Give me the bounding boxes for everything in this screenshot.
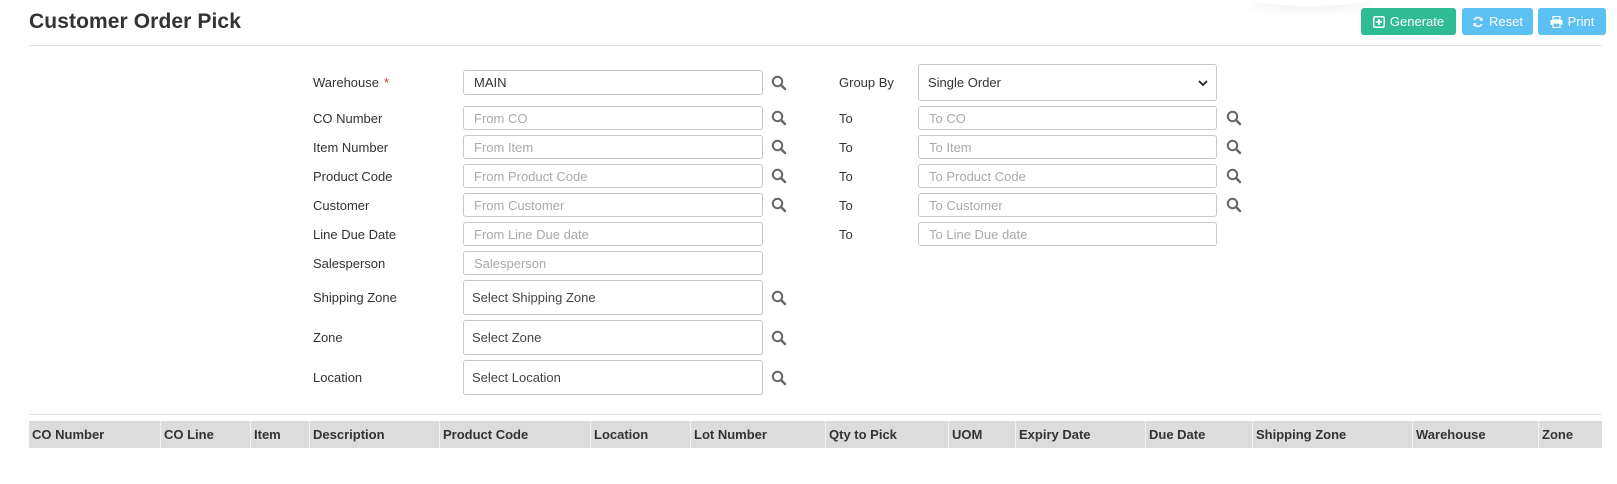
zone-value: Select Zone <box>472 330 542 345</box>
product-code-label: Product Code <box>313 169 393 184</box>
shipping-zone-select[interactable]: Select Shipping Zone <box>463 280 763 315</box>
location-label: Location <box>313 370 363 385</box>
column-header[interactable]: Warehouse <box>1413 421 1539 448</box>
column-header[interactable]: Qty to Pick <box>826 421 949 448</box>
line-due-date-to-input[interactable] <box>918 222 1217 246</box>
product-code-from-search-icon[interactable] <box>771 168 787 184</box>
column-header[interactable]: UOM <box>949 421 1016 448</box>
co-number-to-label: To <box>839 111 853 126</box>
generate-button[interactable]: Generate <box>1361 8 1456 35</box>
customer-to-search-icon[interactable] <box>1226 197 1242 213</box>
location-search-icon[interactable] <box>771 370 787 386</box>
column-header[interactable]: Location <box>591 421 691 448</box>
co-number-to-search-icon[interactable] <box>1226 110 1242 126</box>
location-select[interactable]: Select Location <box>463 360 763 395</box>
customer-to-label: To <box>839 198 853 213</box>
product-code-to-label: To <box>839 169 853 184</box>
column-header[interactable]: Product Code <box>440 421 591 448</box>
printer-icon <box>1550 15 1563 28</box>
column-header[interactable]: CO Number <box>29 421 161 448</box>
grid-divider <box>29 414 1602 415</box>
item-number-to-label: To <box>839 140 853 155</box>
page-title: Customer Order Pick <box>29 10 241 33</box>
column-header[interactable]: CO Line <box>161 421 251 448</box>
customer-label: Customer <box>313 198 370 213</box>
salesperson-input[interactable] <box>463 251 763 275</box>
header-shadow <box>1250 0 1370 6</box>
product-code-to-search-icon[interactable] <box>1226 168 1242 184</box>
item-number-from-search-icon[interactable] <box>771 139 787 155</box>
column-header[interactable]: Shipping Zone <box>1253 421 1413 448</box>
column-header[interactable]: Expiry Date <box>1016 421 1146 448</box>
warehouse-search-icon[interactable] <box>771 75 787 91</box>
column-header[interactable]: Item <box>251 421 310 448</box>
required-marker: * <box>384 75 390 90</box>
group-by-select[interactable]: Single Order <box>918 64 1217 101</box>
item-number-from-input[interactable] <box>463 135 763 159</box>
co-number-from-input[interactable] <box>463 106 763 130</box>
location-value: Select Location <box>472 370 561 385</box>
chevron-down-icon <box>1198 79 1208 86</box>
product-code-to-input[interactable] <box>918 164 1217 188</box>
salesperson-label: Salesperson <box>313 256 386 271</box>
co-number-to-input[interactable] <box>918 106 1217 130</box>
shipping-zone-value: Select Shipping Zone <box>472 290 596 305</box>
line-due-date-to-label: To <box>839 227 853 242</box>
customer-from-input[interactable] <box>463 193 763 217</box>
co-number-from-search-icon[interactable] <box>771 110 787 126</box>
shipping-zone-label: Shipping Zone <box>313 290 397 305</box>
grid-header: CO Number CO Line Item Description Produ… <box>29 421 1602 448</box>
co-number-label: CO Number <box>313 111 383 126</box>
reset-label: Reset <box>1489 14 1523 29</box>
warehouse-label: Warehouse * <box>313 75 390 90</box>
zone-select[interactable]: Select Zone <box>463 320 763 355</box>
reset-button[interactable]: Reset <box>1462 8 1533 35</box>
customer-to-input[interactable] <box>918 193 1217 217</box>
print-button[interactable]: Print <box>1538 8 1606 35</box>
column-header[interactable]: Description <box>310 421 440 448</box>
generate-label: Generate <box>1389 14 1445 29</box>
group-by-label: Group By <box>839 75 894 90</box>
warehouse-input[interactable] <box>463 70 763 95</box>
refresh-icon <box>1473 16 1483 27</box>
shipping-zone-search-icon[interactable] <box>771 290 787 306</box>
column-header[interactable]: Zone <box>1539 421 1602 448</box>
product-code-from-input[interactable] <box>463 164 763 188</box>
header-divider <box>29 45 1602 46</box>
group-by-value: Single Order <box>928 75 1001 90</box>
zone-search-icon[interactable] <box>771 330 787 346</box>
item-number-label: Item Number <box>313 140 389 155</box>
print-label: Print <box>1567 14 1595 29</box>
item-number-to-search-icon[interactable] <box>1226 139 1242 155</box>
column-header[interactable]: Lot Number <box>691 421 826 448</box>
customer-from-search-icon[interactable] <box>771 197 787 213</box>
line-due-date-label: Line Due Date <box>313 227 397 242</box>
zone-label: Zone <box>313 330 343 345</box>
plus-square-icon <box>1372 15 1385 28</box>
column-header[interactable]: Due Date <box>1146 421 1253 448</box>
line-due-date-from-input[interactable] <box>463 222 763 246</box>
item-number-to-input[interactable] <box>918 135 1217 159</box>
